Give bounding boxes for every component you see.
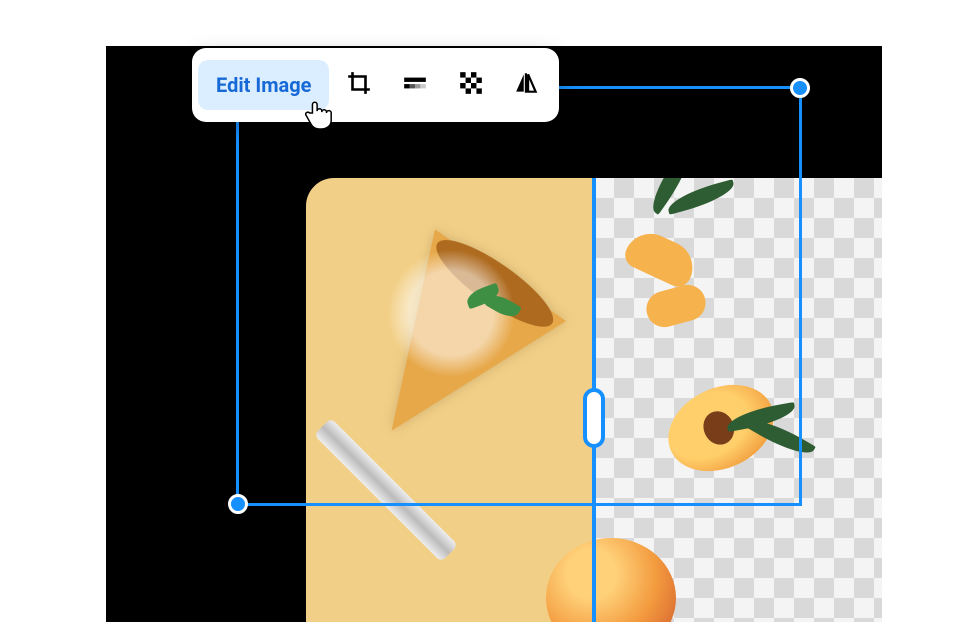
transparency-icon	[458, 70, 484, 100]
grayscale-icon	[402, 70, 428, 100]
resize-handle-top-right[interactable]	[790, 78, 810, 98]
edit-image-button[interactable]: Edit Image	[198, 60, 329, 110]
crop-button[interactable]	[333, 60, 385, 110]
transparency-button[interactable]	[445, 60, 497, 110]
selection-bounding-box[interactable]	[236, 86, 802, 506]
flip-horizontal-button[interactable]	[501, 60, 553, 110]
grayscale-button[interactable]	[389, 60, 441, 110]
resize-handle-bottom-left[interactable]	[228, 494, 248, 514]
crop-icon	[346, 70, 372, 100]
editor-frame: Edit Image	[78, 18, 882, 622]
canvas-stage	[106, 46, 882, 622]
flip-horizontal-icon	[514, 70, 540, 100]
image-edit-toolbar: Edit Image	[192, 48, 559, 122]
